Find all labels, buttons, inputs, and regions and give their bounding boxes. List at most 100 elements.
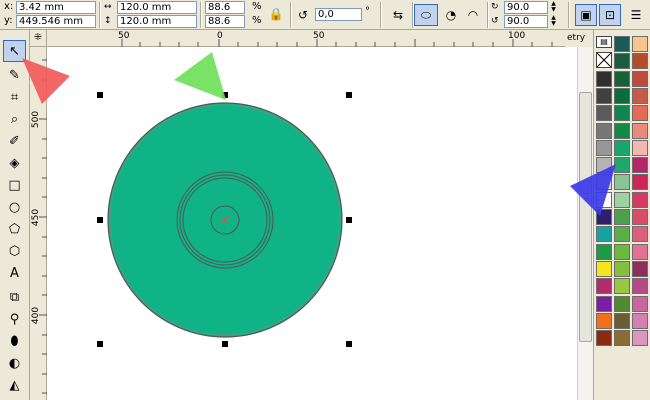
zoom-tool-icon[interactable]: ⌕ xyxy=(3,108,26,130)
end-angle-field[interactable]: 90.0 xyxy=(504,15,548,28)
color-swatch[interactable] xyxy=(596,278,612,294)
scrollbar-thumb[interactable] xyxy=(579,92,592,342)
palette-menu-icon[interactable]: ▤ xyxy=(596,36,612,48)
color-swatch[interactable] xyxy=(614,53,630,69)
color-swatch[interactable] xyxy=(614,88,630,104)
color-swatch[interactable] xyxy=(596,192,612,208)
color-swatch[interactable] xyxy=(614,330,630,346)
color-swatch[interactable] xyxy=(614,296,630,312)
color-swatch[interactable] xyxy=(614,192,630,208)
color-swatch[interactable] xyxy=(632,174,648,190)
color-swatch[interactable] xyxy=(596,313,612,329)
color-swatch[interactable] xyxy=(596,71,612,87)
color-swatch[interactable] xyxy=(632,88,648,104)
mirror-icon[interactable]: ⇆ xyxy=(386,4,410,26)
vertical-scrollbar[interactable] xyxy=(577,47,593,400)
rectangle-tool-icon[interactable]: □ xyxy=(3,174,26,196)
height-field[interactable]: 120.0 mm xyxy=(117,15,197,28)
color-swatch[interactable] xyxy=(614,209,630,225)
color-swatch[interactable] xyxy=(632,209,648,225)
color-swatch[interactable] xyxy=(632,105,648,121)
color-swatch[interactable] xyxy=(632,296,648,312)
color-swatch[interactable] xyxy=(596,140,612,156)
color-swatch[interactable] xyxy=(596,157,612,173)
color-swatch[interactable] xyxy=(632,330,648,346)
vertical-ruler[interactable]: 500 450 400 xyxy=(30,47,47,400)
docker-tab[interactable]: etry xyxy=(565,30,593,47)
outline-tool-icon[interactable]: ⬮ xyxy=(3,330,26,352)
color-swatch[interactable] xyxy=(632,313,648,329)
color-swatch[interactable] xyxy=(614,123,630,139)
width-field[interactable]: 120.0 mm xyxy=(117,1,197,14)
contour-button[interactable]: ⊡ xyxy=(599,4,621,26)
scale-height-field[interactable]: 88.6 xyxy=(205,15,245,28)
property-bar: x: 3.42 mm y: 449.546 mm ↔ 120.0 mm ↕ 12… xyxy=(0,0,650,30)
ellipse-mode-button[interactable]: ⬭ xyxy=(414,4,438,26)
color-swatch[interactable] xyxy=(614,261,630,277)
color-swatch[interactable] xyxy=(632,140,648,156)
color-swatch[interactable] xyxy=(614,313,630,329)
color-swatch[interactable] xyxy=(632,123,648,139)
no-color-swatch[interactable] xyxy=(596,52,612,68)
polygon-tool-icon[interactable]: ⬠ xyxy=(3,218,26,240)
shape-tool-icon[interactable]: ✎ xyxy=(3,64,26,86)
color-swatch[interactable] xyxy=(596,330,612,346)
ellipse-tool-icon[interactable]: ○ xyxy=(3,196,26,218)
arc-mode-button[interactable]: ◠ xyxy=(462,4,484,26)
color-swatch[interactable] xyxy=(632,53,648,69)
ruler-origin-icon[interactable]: ⁜ xyxy=(30,30,47,47)
color-swatch[interactable] xyxy=(632,226,648,242)
text-tool-icon[interactable]: A xyxy=(3,262,26,284)
color-swatch[interactable] xyxy=(596,226,612,242)
color-swatch[interactable] xyxy=(614,157,630,173)
color-swatch[interactable] xyxy=(596,105,612,121)
scale-width-field[interactable]: 88.6 xyxy=(205,1,245,14)
color-swatch[interactable] xyxy=(596,174,612,190)
width-icon: ↔ xyxy=(104,2,112,12)
start-angle-field[interactable]: 90.0 xyxy=(504,1,548,14)
color-swatch[interactable] xyxy=(614,71,630,87)
lock-ratio-icon[interactable]: 🔒 xyxy=(266,3,286,25)
color-swatch[interactable] xyxy=(632,192,648,208)
color-swatch[interactable] xyxy=(632,36,648,52)
crop-tool-icon[interactable]: ⌗ xyxy=(3,86,26,108)
color-swatch[interactable] xyxy=(596,209,612,225)
eyedropper-tool-icon[interactable]: ⚲ xyxy=(3,308,26,330)
drawing-canvas[interactable] xyxy=(47,48,577,400)
color-swatch[interactable] xyxy=(632,71,648,87)
end-angle-spinner[interactable]: ▲ ▼ xyxy=(549,15,558,28)
color-swatch[interactable] xyxy=(614,140,630,156)
color-swatch[interactable] xyxy=(632,278,648,294)
color-swatch[interactable] xyxy=(632,157,648,173)
color-swatch[interactable] xyxy=(596,296,612,312)
start-angle-spinner[interactable]: ▲ ▼ xyxy=(549,1,558,14)
h-ruler-tick-label: 0 xyxy=(217,31,223,41)
horizontal-ruler[interactable]: 50 0 50 100 xyxy=(30,30,570,47)
color-swatch[interactable] xyxy=(596,88,612,104)
arrange-icon[interactable]: ☰ xyxy=(625,4,647,26)
color-swatch[interactable] xyxy=(614,278,630,294)
interactive-fill-icon[interactable]: ◭ xyxy=(3,374,26,396)
color-swatch[interactable] xyxy=(614,36,630,52)
color-swatch[interactable] xyxy=(632,261,648,277)
pie-mode-button[interactable]: ◔ xyxy=(440,4,462,26)
color-swatch[interactable] xyxy=(614,244,630,260)
color-swatch[interactable] xyxy=(596,261,612,277)
v-ruler-tick-label: 500 xyxy=(31,110,42,129)
x-position-field[interactable]: 3.42 mm xyxy=(16,1,96,14)
y-position-field[interactable]: 449.546 mm xyxy=(16,15,96,28)
basic-shapes-icon[interactable]: ⬡ xyxy=(3,240,26,262)
smart-fill-icon[interactable]: ◈ xyxy=(3,152,26,174)
interactive-blend-icon[interactable]: ⧉ xyxy=(3,286,26,308)
color-swatch[interactable] xyxy=(596,244,612,260)
freehand-tool-icon[interactable]: ✐ xyxy=(3,130,26,152)
color-swatch[interactable] xyxy=(614,174,630,190)
color-swatch[interactable] xyxy=(596,123,612,139)
color-swatch[interactable] xyxy=(614,226,630,242)
fill-tool-icon[interactable]: ◐ xyxy=(3,352,26,374)
pick-tool-icon[interactable]: ↖ xyxy=(3,40,26,62)
rotation-field[interactable]: 0,0 xyxy=(315,8,362,21)
wrap-text-button[interactable]: ▣ xyxy=(575,4,597,26)
color-swatch[interactable] xyxy=(614,105,630,121)
color-swatch[interactable] xyxy=(632,244,648,260)
